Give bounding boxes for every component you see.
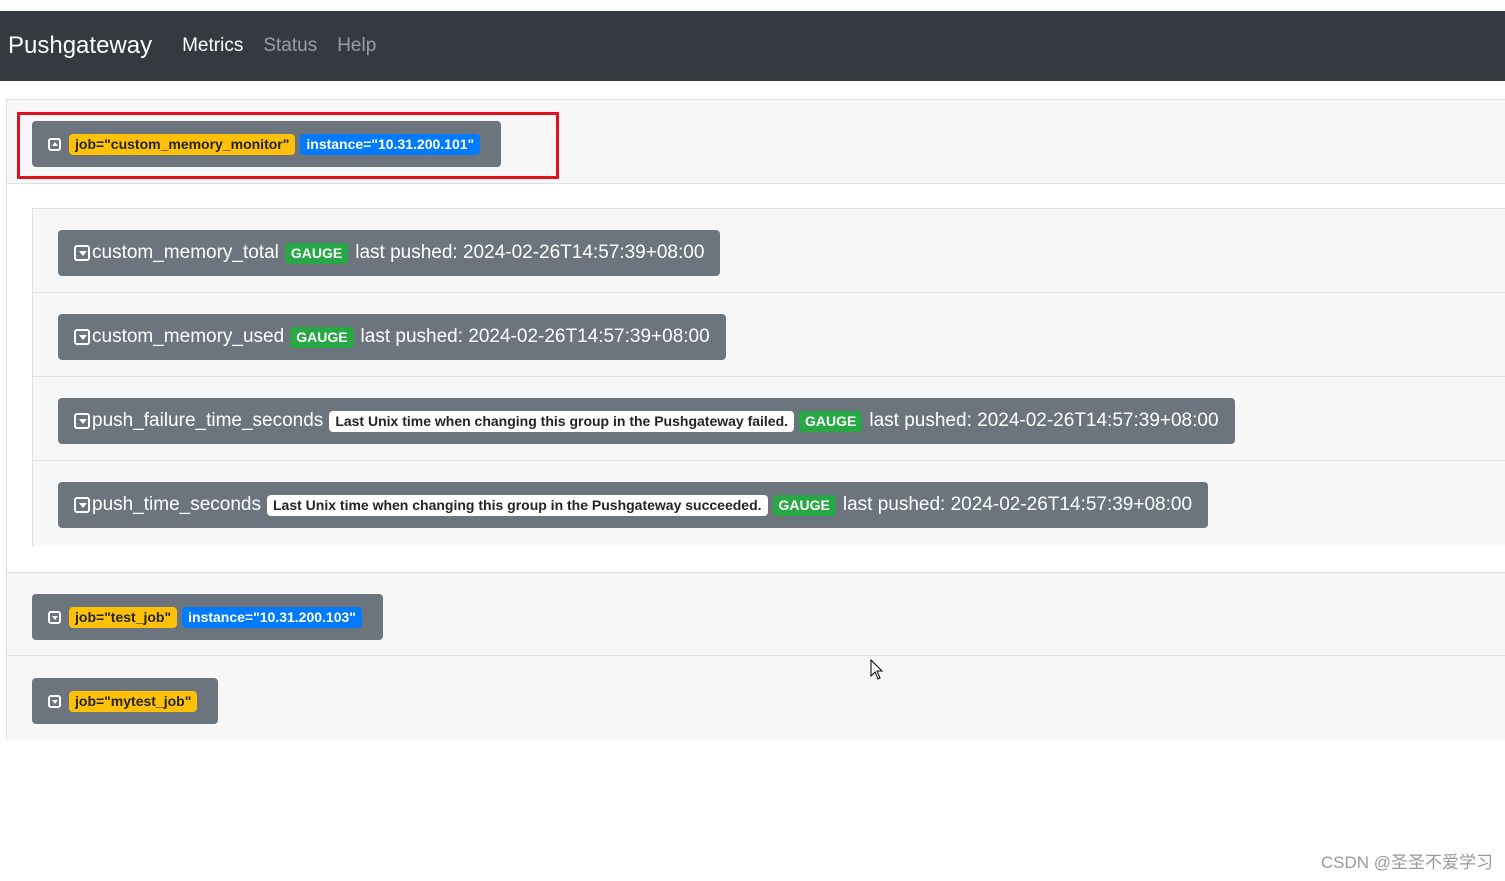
type-badge: GAUGE [290,327,353,348]
type-badge: GAUGE [773,495,836,516]
metrics-list: custom_memory_total GAUGE last pushed: 2… [32,208,1505,546]
mouse-cursor-icon [870,659,884,681]
type-badge: GAUGE [799,411,862,432]
expand-icon [74,497,90,513]
group-toggle-button[interactable]: job="test_job" instance="10.31.200.103" [32,594,383,640]
help-badge: Last Unix time when changing this group … [267,495,768,516]
expand-icon [48,695,61,708]
job-badge: job="test_job" [69,607,177,628]
nav-status[interactable]: Status [263,35,317,57]
metric-row: push_failure_time_seconds Last Unix time… [33,377,1505,461]
last-pushed: last pushed: 2024-02-26T14:57:39+08:00 [355,242,704,264]
expand-icon [74,329,90,345]
red-highlight-box [17,112,559,179]
last-pushed: last pushed: 2024-02-26T14:57:39+08:00 [361,326,710,348]
nav-help[interactable]: Help [337,35,376,57]
metric-name: custom_memory_used [92,326,284,348]
navbar: Pushgateway Metrics Status Help [0,11,1505,81]
metric-toggle-button[interactable]: custom_memory_total GAUGE last pushed: 2… [58,230,720,276]
expand-icon [48,611,61,624]
type-badge: GAUGE [285,243,348,264]
metric-row: custom_memory_used GAUGE last pushed: 20… [33,293,1505,377]
metric-row: custom_memory_total GAUGE last pushed: 2… [33,209,1505,293]
expand-icon [74,413,90,429]
brand-link[interactable]: Pushgateway [8,32,152,60]
expand-icon [74,245,90,261]
metric-name: push_time_seconds [92,494,261,516]
group-toggle-button[interactable]: job="mytest_job" [32,678,218,724]
metric-name: push_failure_time_seconds [92,410,323,432]
nav-metrics[interactable]: Metrics [182,35,243,57]
metric-toggle-button[interactable]: push_time_seconds Last Unix time when ch… [58,482,1208,528]
group-header-mytest-job: job="mytest_job" [7,656,1505,740]
watermark-text: CSDN @圣圣不爱学习 [1321,848,1493,873]
metric-toggle-button[interactable]: push_failure_time_seconds Last Unix time… [58,398,1235,444]
group-header-test-job: job="test_job" instance="10.31.200.103" [7,572,1505,656]
help-badge: Last Unix time when changing this group … [329,411,794,432]
metric-name: custom_memory_total [92,242,279,264]
metric-row: push_time_seconds Last Unix time when ch… [33,461,1505,546]
metric-toggle-button[interactable]: custom_memory_used GAUGE last pushed: 20… [58,314,726,360]
last-pushed: last pushed: 2024-02-26T14:57:39+08:00 [843,494,1192,516]
job-badge: job="mytest_job" [69,691,197,712]
instance-badge: instance="10.31.200.103" [182,607,362,628]
last-pushed: last pushed: 2024-02-26T14:57:39+08:00 [869,410,1218,432]
